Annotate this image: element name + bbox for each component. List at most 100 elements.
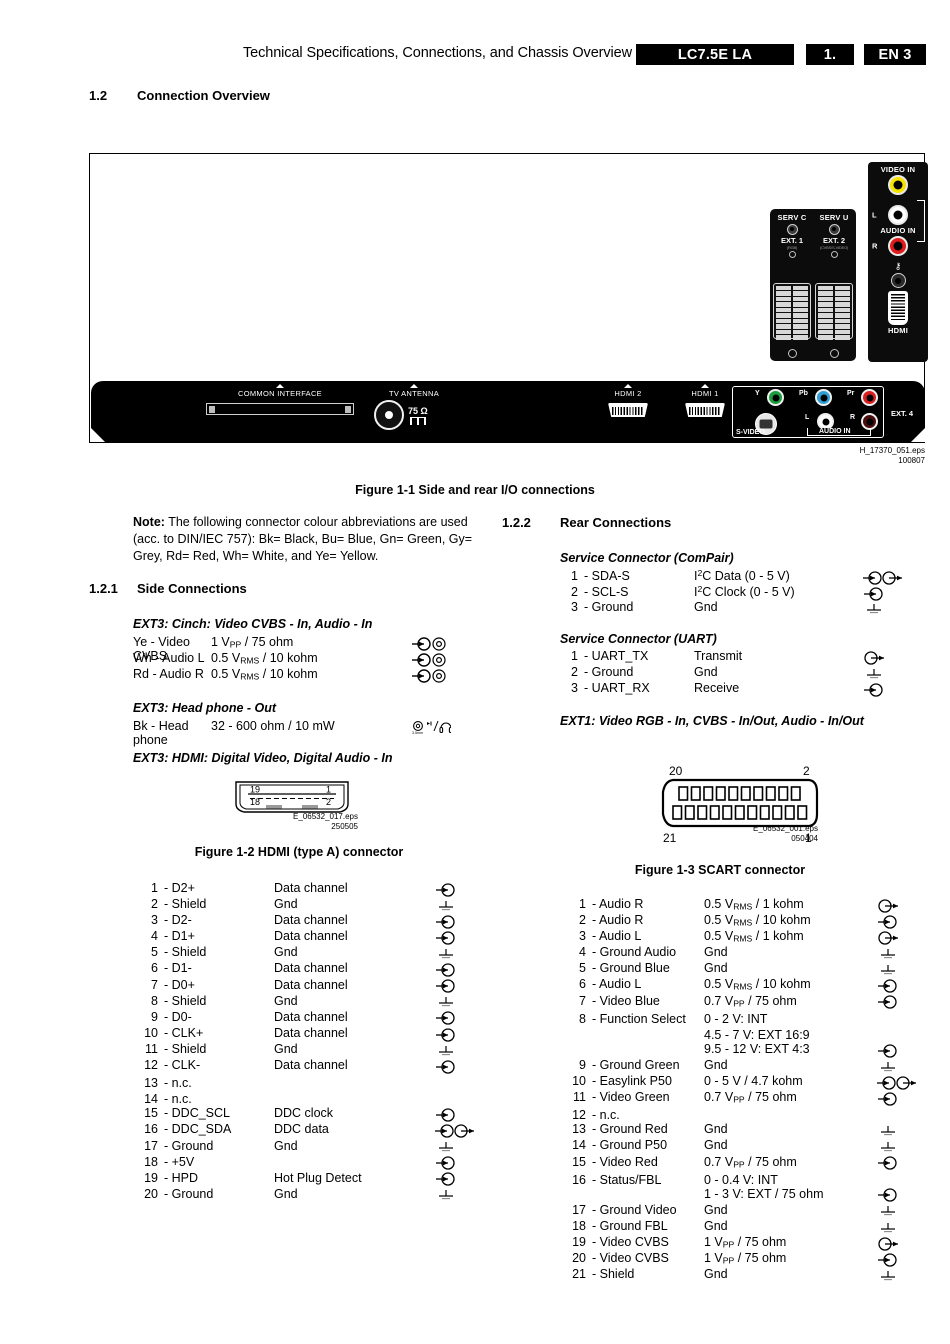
pin-name: - DDC_SCL [164, 1106, 230, 1121]
page-header: Technical Specifications, Connections, a… [0, 44, 950, 66]
antenna-coax-jack-icon [374, 400, 404, 430]
table-row: 9.5 - 12 V: EXT 4:3 [568, 1042, 920, 1058]
pin-number: 2 [151, 897, 158, 912]
table-row: 4 - Ground Audio Gnd [568, 945, 920, 961]
signal-direction-icon [876, 1156, 920, 1170]
signal-direction-icon [876, 946, 920, 960]
header-chassis-badge: LC7.5E LA [636, 44, 794, 65]
signal-direction-icon [876, 1043, 920, 1058]
pin-spec: Data channel [274, 1009, 348, 1024]
pin-spec [274, 1155, 434, 1169]
signal-direction-icon [876, 1236, 920, 1251]
table-row: 16 - Status/FBL 0 - 0.4 V: INT [568, 1171, 920, 1187]
ext2-label: EXT. 2 [822, 236, 846, 245]
table-row: 1 - SDA-S I2C Data (0 - 5 V) [560, 568, 906, 585]
pin-name: - Audio L [592, 929, 642, 944]
signal-direction-icon [434, 1188, 478, 1202]
pin-name: Bk - Head phone [133, 719, 189, 747]
pin-spec: 1 VPP / 75 ohm [704, 1234, 787, 1250]
signal-direction-icon [876, 1011, 920, 1027]
colour-abbreviation-note: Note: The following connector colour abb… [133, 514, 493, 565]
pin-number: 5 [151, 945, 158, 960]
figure-1-2-eps-file: E_06532_017.eps [293, 812, 358, 821]
manual-page: Technical Specifications, Connections, a… [0, 0, 950, 1344]
signal-direction-icon [862, 601, 906, 615]
signal-direction-icon [411, 652, 455, 667]
pin-number: 7 [579, 993, 586, 1008]
pin-spec: Gnd [274, 1138, 298, 1153]
table-row: 10 - CLK+ Data channel [140, 1026, 478, 1042]
table-row: Ye - Video CVBS 1 VPP / 75 ohm [133, 635, 455, 663]
pin-spec: 0.7 VPP / 75 ohm [704, 1154, 797, 1170]
pin-name: - Ground P50 [592, 1138, 668, 1153]
pin-spec: DDC clock [274, 1106, 334, 1121]
headphone-jack-icon [890, 273, 906, 288]
pin-number: 1 [571, 649, 578, 663]
hdmi-pin-1-label: 1 [326, 785, 331, 795]
pin-spec: Gnd [704, 1122, 728, 1137]
table-row: 3 - D2- Data channel [140, 913, 478, 929]
common-interface-group: COMMON INTERFACE [206, 384, 354, 415]
scart-pin-21-label: 21 [663, 831, 677, 845]
scart-socket-ext2-icon [815, 283, 853, 340]
pin-spec: Gnd [274, 1186, 298, 1201]
signal-direction-icon [876, 1204, 920, 1218]
audio-r-label: R [872, 241, 878, 251]
figure-1-1-eps-date: 100807 [898, 456, 925, 465]
side-hdmi-label: HDMI [888, 326, 908, 335]
ext4-audio-r-label: R [850, 414, 856, 421]
signal-direction-icon [434, 1091, 478, 1107]
pin-number: 3 [571, 600, 578, 615]
table-row: 13 - n.c. [140, 1074, 478, 1090]
compair-title: Service Connector (ComPair) [560, 551, 734, 565]
pin-spec: Gnd [704, 1202, 728, 1217]
pin-name: - Shield [164, 945, 207, 960]
pin-spec: 32 - 600 ohm / 10 mW [211, 719, 335, 733]
side-hdmi-port-icon [888, 291, 908, 325]
pin-spec: Gnd [694, 665, 718, 680]
component-pr-label: Pr [847, 390, 855, 397]
pin-name [592, 1042, 704, 1056]
pin-name: - Ground Red [592, 1122, 668, 1137]
pin-spec: Data channel [274, 1058, 348, 1073]
pin-name: - +5V [164, 1154, 195, 1169]
pin-number: 2 [571, 665, 578, 680]
signal-direction-icon: 3.5mm [411, 720, 455, 735]
serv-c-group: SERV C EXT. 1 (RGB) [772, 213, 812, 260]
pin-name: - DDC_SDA [164, 1122, 232, 1137]
ext1-scart-title: EXT1: Video RGB - In, CVBS - In/Out, Aud… [560, 714, 864, 728]
pin-name: - Shield [164, 1041, 207, 1056]
pin-spec: 0.5 VRMS / 10 kohm [704, 913, 811, 928]
pin-spec: Data channel [274, 913, 348, 928]
audio-l-label: L [872, 210, 877, 220]
pin-number: 11 [145, 1041, 158, 1056]
signal-direction-icon [434, 1075, 478, 1091]
hdmi-pin-2-label: 2 [326, 797, 331, 807]
table-row: 6 - D1- Data channel [140, 961, 478, 977]
signal-direction-icon [862, 570, 906, 585]
table-row: 11 - Video Green 0.7 VPP / 75 ohm [568, 1090, 920, 1106]
pin-name: - Shield [164, 993, 207, 1008]
figure-1-3-eps-date: 050404 [791, 834, 818, 843]
pin-name: - CLK+ [164, 1025, 204, 1040]
signal-direction-icon [434, 1043, 478, 1057]
pin-name: - Ground Video [592, 1202, 677, 1217]
figure-1-3-eps-ref: E_06532_001.eps 050404 [678, 824, 818, 844]
pin-spec: Gnd [694, 600, 718, 615]
table-row: 15 - Video Red 0.7 VPP / 75 ohm [568, 1155, 920, 1171]
table-row: 2 - Shield Gnd [140, 897, 478, 913]
pin-number: 18 [572, 1218, 586, 1233]
signal-direction-icon [434, 979, 478, 993]
ext4-audio-l-label: L [805, 414, 810, 421]
signal-direction-icon [876, 1188, 920, 1203]
pin-name: - Video CVBS [592, 1251, 669, 1266]
table-row: 4.5 - 7 V: EXT 16:9 [568, 1026, 920, 1042]
pin-name: - D2- [164, 913, 192, 928]
s-video-label: S-VIDEO [736, 429, 765, 436]
scart-connector-drawing: 20 2 21 1 [655, 762, 819, 845]
audio-in-right-rca-icon [888, 236, 908, 256]
section-1-2-2-title: Rear Connections [560, 515, 672, 530]
pin-name: - n.c. [164, 1092, 192, 1107]
hdmi2-marker-icon [624, 384, 632, 388]
tv-antenna-group: TV ANTENNA 75 Ω [374, 384, 454, 430]
